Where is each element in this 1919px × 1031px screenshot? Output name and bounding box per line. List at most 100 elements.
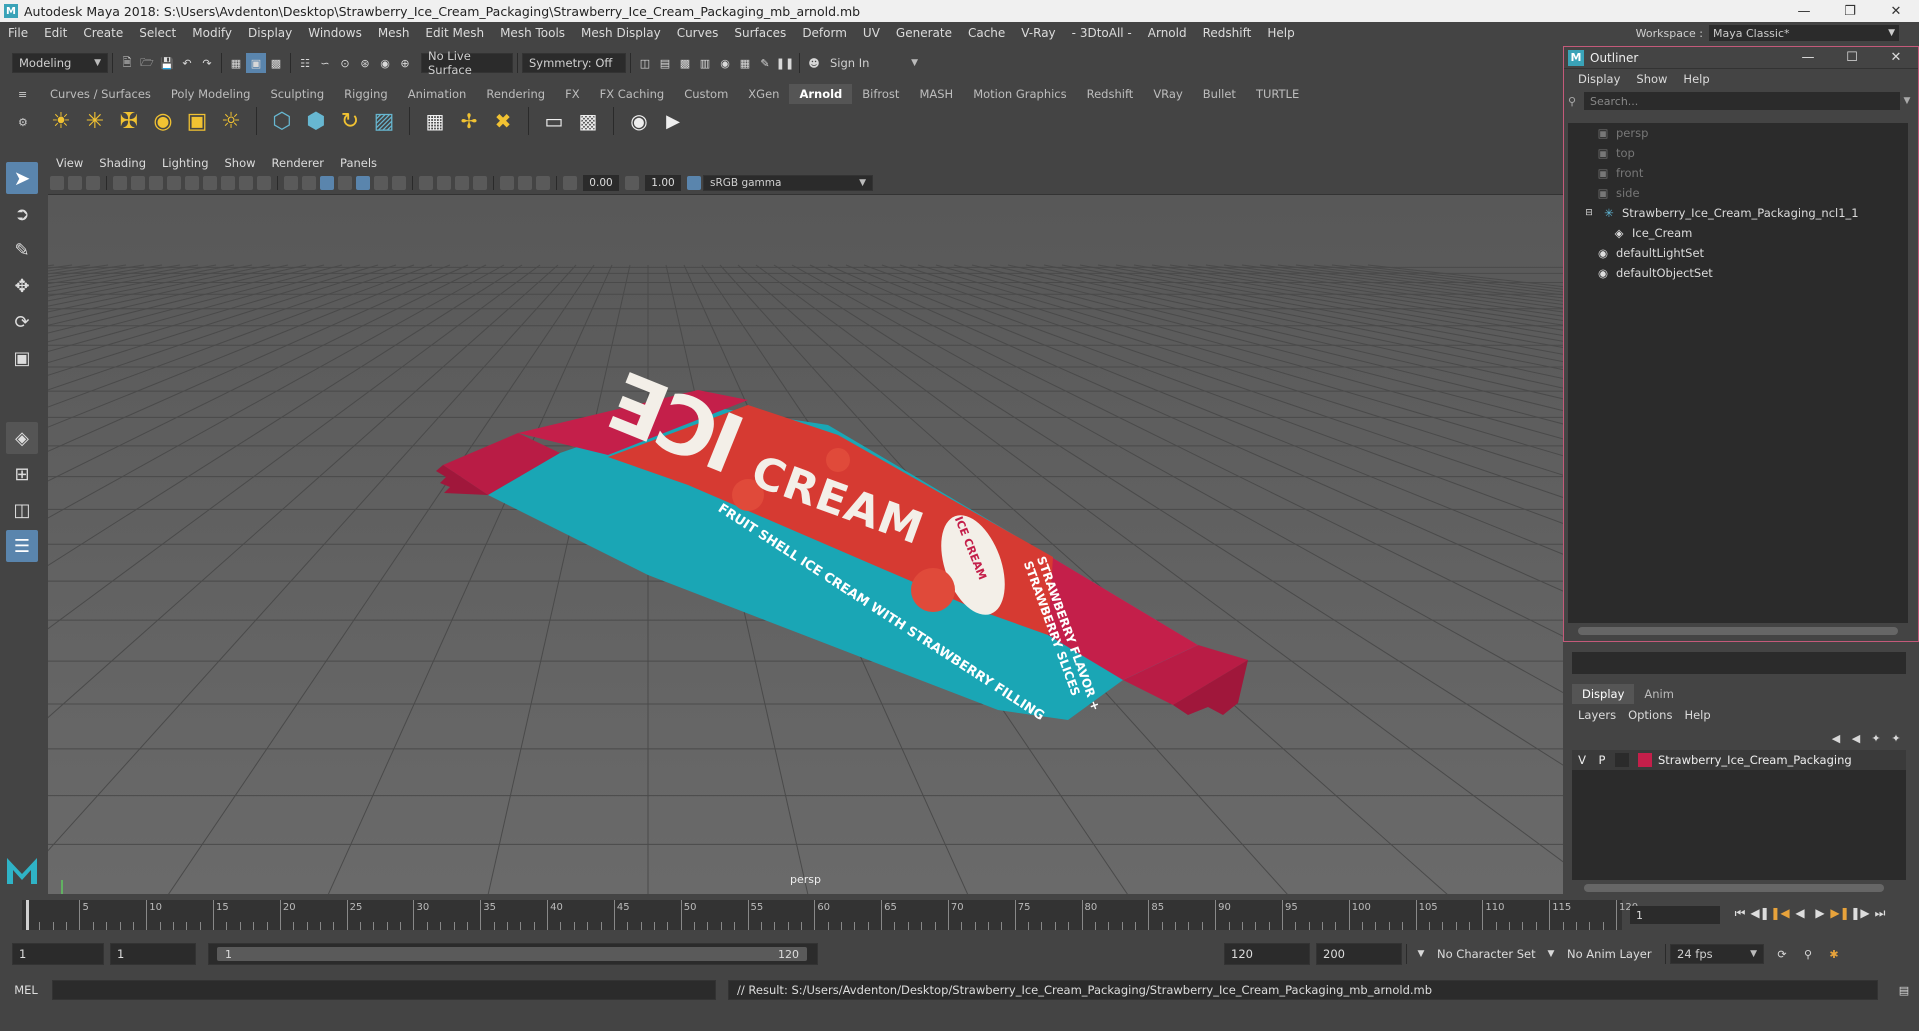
shelf-tab-rendering[interactable]: Rendering	[476, 84, 555, 104]
workspace-dropdown[interactable]: Maya Classic* ▼	[1709, 25, 1899, 41]
smooth-shade-icon[interactable]	[302, 176, 316, 190]
snap-grid-icon[interactable]: ☷	[295, 53, 315, 73]
playback-end-field[interactable]: 120	[1224, 943, 1310, 965]
viewport-menu-panels[interactable]: Panels	[332, 156, 385, 170]
render-view-icon[interactable]: ◫	[635, 53, 655, 73]
wireframe-icon[interactable]	[284, 176, 298, 190]
shadows-icon[interactable]	[392, 176, 406, 190]
light-portal-icon[interactable]: ▣	[183, 107, 211, 135]
redo-icon[interactable]: ↷	[197, 53, 217, 73]
single-view-icon[interactable]: ◈	[6, 422, 38, 454]
step-forward-key-icon[interactable]: ▶❚	[1830, 906, 1850, 921]
menu-display[interactable]: Display	[240, 26, 300, 40]
time-slider[interactable]: 5 10 15 20 25 30 35 40 45 50 55 60 65 70 75 80 85 90 95 100…	[0, 898, 1919, 934]
shelf-tab-bifrost[interactable]: Bifrost	[852, 84, 909, 104]
xray-joints-icon[interactable]	[518, 176, 532, 190]
step-back-frame-icon[interactable]: ◀❚	[1750, 906, 1770, 921]
menu-file[interactable]: File	[0, 26, 36, 40]
select-hierarchy-icon[interactable]: ▦	[226, 53, 246, 73]
current-frame-field[interactable]: 1	[1630, 906, 1720, 924]
arnold-render-view-icon[interactable]: ▦	[735, 53, 755, 73]
texture-icon[interactable]: ▦	[421, 107, 449, 135]
layer-menu-help[interactable]: Help	[1678, 708, 1716, 722]
snap-surface-icon[interactable]: ◉	[375, 53, 395, 73]
shelf-tab-sculpting[interactable]: Sculpting	[260, 84, 334, 104]
step-back-key-icon[interactable]: ❚◀	[1770, 906, 1790, 921]
render-frame-icon[interactable]: ▤	[655, 53, 675, 73]
export-standin-icon[interactable]: ⬢	[302, 107, 330, 135]
range-bar[interactable]: 1 120	[208, 943, 818, 965]
animation-start-field[interactable]: 1	[12, 943, 104, 965]
time-ruler[interactable]: 5 10 15 20 25 30 35 40 45 50 55 60 65 70 75 80 85 90 95 100…	[22, 900, 1638, 930]
bookmark-icon[interactable]	[68, 176, 82, 190]
two-view-icon[interactable]: ◫	[6, 494, 38, 526]
mode-dropdown[interactable]: Modeling ▼	[12, 53, 108, 73]
menu-surfaces[interactable]: Surfaces	[726, 26, 794, 40]
menu-edit[interactable]: Edit	[36, 26, 75, 40]
outliner-item-top[interactable]: ▣ top	[1568, 143, 1908, 163]
paint-select-tool-icon[interactable]: ✎	[6, 234, 38, 266]
multisample-aa-icon[interactable]	[455, 176, 469, 190]
shelf-tab-mash[interactable]: MASH	[909, 84, 963, 104]
use-all-lights-icon[interactable]	[374, 176, 388, 190]
standin-icon[interactable]: ⬡	[268, 107, 296, 135]
menu-3dtoall[interactable]: - 3DtoAll -	[1064, 26, 1140, 40]
isolate-select-icon[interactable]	[500, 176, 514, 190]
playback-start-field[interactable]: 1	[110, 943, 196, 965]
menu-arnold[interactable]: Arnold	[1140, 26, 1195, 40]
ipr-render-icon[interactable]: ▩	[675, 53, 695, 73]
viewport-menu-renderer[interactable]: Renderer	[264, 156, 333, 170]
shelf-tab-curves-surfaces[interactable]: Curves / Surfaces	[40, 84, 161, 104]
shelf-options-icon[interactable]: ≡	[18, 88, 30, 101]
ambient-occlusion-icon[interactable]	[419, 176, 433, 190]
outliner-title-bar[interactable]: M Outliner — ☐ ✕	[1564, 47, 1918, 69]
menu-mesh-tools[interactable]: Mesh Tools	[492, 26, 573, 40]
range-handle[interactable]: 1 120	[217, 947, 807, 961]
open-scene-icon[interactable]: 🗁	[137, 53, 157, 73]
menu-vray[interactable]: V-Ray	[1013, 26, 1063, 40]
snap-view-icon[interactable]: ⊛	[355, 53, 375, 73]
wireframe-on-shaded-icon[interactable]	[320, 176, 334, 190]
outliner-menu-show[interactable]: Show	[1628, 72, 1675, 86]
xray-icon[interactable]	[338, 176, 352, 190]
menu-redshift[interactable]: Redshift	[1195, 26, 1260, 40]
material-icon[interactable]: ▭	[540, 107, 568, 135]
four-view-icon[interactable]: ⊞	[6, 458, 38, 490]
play-render-icon[interactable]: ▶	[659, 107, 687, 135]
depth-of-field-icon[interactable]	[473, 176, 487, 190]
physical-sky-icon[interactable]: ☼	[217, 107, 245, 135]
script-editor-icon[interactable]: ▤	[1894, 980, 1914, 1000]
layer-tab-anim[interactable]: Anim	[1634, 684, 1684, 704]
script-language-toggle[interactable]: MEL	[0, 983, 52, 997]
flush-cache-icon[interactable]: ✢	[455, 107, 483, 135]
shelf-tab-bullet[interactable]: Bullet	[1193, 84, 1246, 104]
anim-layer-dropdown[interactable]: No Anim Layer	[1561, 943, 1661, 965]
viewport-menu-show[interactable]: Show	[217, 156, 264, 170]
image-plane-icon[interactable]	[86, 176, 100, 190]
save-scene-icon[interactable]: 💾	[157, 53, 177, 73]
viewport-menu-lighting[interactable]: Lighting	[154, 156, 216, 170]
hypershade-icon[interactable]: ◉	[715, 53, 735, 73]
layer-menu-options[interactable]: Options	[1622, 708, 1678, 722]
maximize-icon[interactable]: ☐	[1830, 50, 1874, 65]
menu-uv[interactable]: UV	[855, 26, 888, 40]
select-component-icon[interactable]: ▩	[266, 53, 286, 73]
minimize-icon[interactable]: —	[1781, 4, 1827, 19]
exposure-field[interactable]: 0.00	[583, 175, 619, 191]
layer-display-type[interactable]	[1615, 753, 1629, 767]
pause-icon[interactable]: ❚❚	[775, 53, 795, 73]
layer-row[interactable]: V P Strawberry_Ice_Cream_Packaging	[1572, 750, 1906, 770]
viewport-menu-shading[interactable]: Shading	[91, 156, 154, 170]
select-tool-icon[interactable]: ➤	[6, 162, 38, 194]
menu-cache[interactable]: Cache	[960, 26, 1013, 40]
snap-pivot-icon[interactable]: ⊕	[395, 53, 415, 73]
shelf-tab-rigging[interactable]: Rigging	[334, 84, 398, 104]
shelf-tab-turtle[interactable]: TURTLE	[1246, 84, 1309, 104]
outliner-item-default-object-set[interactable]: ◉ defaultObjectSet	[1568, 263, 1908, 283]
scale-tool-icon[interactable]: ▣	[6, 342, 38, 374]
volume-icon[interactable]: ↻	[336, 107, 364, 135]
minimize-icon[interactable]: —	[1786, 50, 1830, 65]
lasso-tool-icon[interactable]: ➲	[6, 198, 38, 230]
render-icon[interactable]: ▩	[574, 107, 602, 135]
grid-toggle-icon[interactable]	[149, 176, 163, 190]
